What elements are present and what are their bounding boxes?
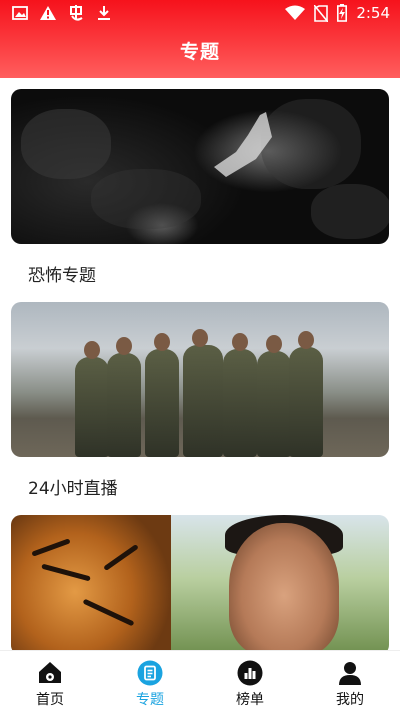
topic-cover-image[interactable] xyxy=(11,515,389,650)
tab-label: 我的 xyxy=(336,692,364,708)
topic-title[interactable]: 恐怖专题 xyxy=(28,261,389,286)
bug-icon xyxy=(70,5,83,21)
topic-cover-image[interactable] xyxy=(11,302,389,457)
wifi-icon xyxy=(285,5,306,20)
tab-label: 首页 xyxy=(36,692,64,708)
image-icon xyxy=(12,6,28,20)
topic-card-horror[interactable]: 恐怖专题 xyxy=(11,89,389,286)
user-icon xyxy=(339,662,361,685)
tab-label: 专题 xyxy=(136,692,164,708)
topic-card-third[interactable] xyxy=(11,515,389,650)
page-title: 专题 xyxy=(179,41,220,63)
ranking-chart-icon xyxy=(237,660,263,686)
tab-topics[interactable]: 专题 xyxy=(100,651,200,712)
clock-time: 2:54 xyxy=(356,4,390,22)
battery-charging-icon xyxy=(337,4,348,22)
app-header: 2:54 专题 xyxy=(0,0,400,78)
topic-title[interactable]: 24小时直播 xyxy=(28,474,389,499)
download-icon xyxy=(98,6,110,20)
tab-ranking[interactable]: 榜单 xyxy=(200,651,300,712)
topic-list[interactable]: 恐怖专题 24小时直播 xyxy=(0,78,400,650)
home-icon xyxy=(39,662,61,683)
warning-icon xyxy=(40,6,56,20)
status-bar: 2:54 xyxy=(0,0,400,28)
no-sim-icon xyxy=(314,4,329,22)
tab-home[interactable]: 首页 xyxy=(0,651,100,712)
topic-cover-image[interactable] xyxy=(11,89,389,244)
topic-list-icon xyxy=(137,660,163,686)
topic-card-live[interactable]: 24小时直播 xyxy=(11,302,389,499)
bottom-tab-bar: 首页 专题 榜单 我的 xyxy=(0,650,400,712)
tab-label: 榜单 xyxy=(236,692,264,708)
climbing-figure xyxy=(214,112,272,177)
tab-mine[interactable]: 我的 xyxy=(300,651,400,712)
